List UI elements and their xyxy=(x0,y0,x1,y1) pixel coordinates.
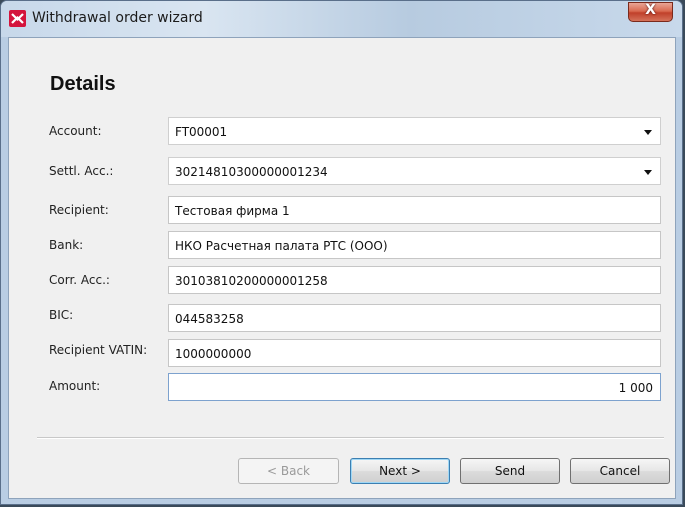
footer-divider xyxy=(37,437,664,439)
bic-label: BIC: xyxy=(49,308,74,322)
back-button[interactable]: < Back xyxy=(238,458,339,484)
corr-acc-field[interactable]: 30103810200000001258 xyxy=(168,266,661,294)
settl-acc-select[interactable]: 30214810300000001234 xyxy=(168,157,661,185)
account-label: Account: xyxy=(49,124,102,138)
corr-acc-label: Corr. Acc.: xyxy=(49,273,110,287)
amount-field[interactable]: 1 000 xyxy=(168,373,661,401)
bic-field[interactable]: 044583258 xyxy=(168,304,661,332)
bank-field[interactable]: НКО Расчетная палата РТС (ООО) xyxy=(168,231,661,259)
app-logo-icon xyxy=(9,10,26,27)
wizard-content: Details Account: FT00001 Settl. Acc.: 30… xyxy=(8,37,676,499)
wizard-window: Withdrawal order wizard X Details Accoun… xyxy=(0,0,683,505)
recipient-label: Recipient: xyxy=(49,203,109,217)
settl-acc-label: Settl. Acc.: xyxy=(49,164,114,178)
recipient-vatin-field[interactable]: 1000000000 xyxy=(168,339,661,367)
account-select[interactable]: FT00001 xyxy=(168,117,661,145)
send-button[interactable]: Send xyxy=(460,458,560,484)
amount-label: Amount: xyxy=(49,379,101,393)
recipient-vatin-label: Recipient VATIN: xyxy=(49,343,148,357)
cancel-button[interactable]: Cancel xyxy=(570,458,670,484)
chevron-down-icon[interactable] xyxy=(644,130,652,135)
chevron-down-icon[interactable] xyxy=(644,170,652,175)
bank-label: Bank: xyxy=(49,238,84,252)
window-title: Withdrawal order wizard xyxy=(32,10,203,26)
close-button[interactable]: X xyxy=(628,2,673,22)
close-icon: X xyxy=(645,2,656,18)
next-button[interactable]: Next > xyxy=(350,458,450,484)
account-value: FT00001 xyxy=(175,125,228,139)
title-bar[interactable]: Withdrawal order wizard X xyxy=(1,1,682,37)
recipient-field[interactable]: Тестовая фирма 1 xyxy=(168,196,661,224)
page-title: Details xyxy=(50,73,116,95)
settl-acc-value: 30214810300000001234 xyxy=(175,165,328,179)
